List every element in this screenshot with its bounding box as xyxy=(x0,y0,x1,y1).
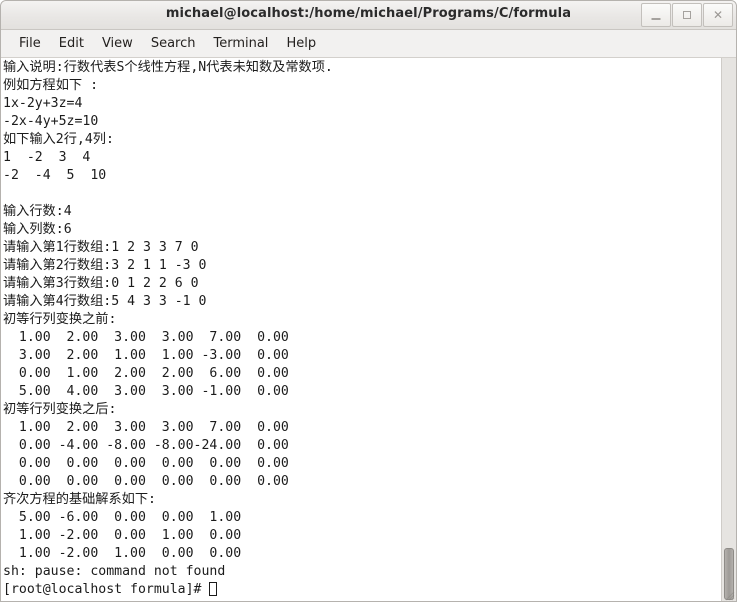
minimize-button[interactable] xyxy=(641,3,671,27)
terminal-line: 1x-2y+3z=4 xyxy=(3,96,83,111)
terminal-line: 输入说明:行数代表S个线性方程,N代表未知数及常数项. xyxy=(3,60,333,75)
text-cursor xyxy=(209,582,218,596)
close-button[interactable]: ✕ xyxy=(703,3,733,27)
terminal-line: 1.00 -2.00 1.00 0.00 0.00 xyxy=(3,546,242,561)
terminal-line: -2x-4y+5z=10 xyxy=(3,114,99,129)
terminal-line: 齐次方程的基础解系如下: xyxy=(3,492,157,507)
window-titlebar[interactable]: michael@localhost:/home/michael/Programs… xyxy=(1,1,736,30)
terminal-text: 输入说明:行数代表S个线性方程,N代表未知数及常数项. 例如方程如下 : 1x-2y… xyxy=(3,59,721,599)
close-icon: ✕ xyxy=(712,8,724,22)
menu-item-search[interactable]: Search xyxy=(142,33,205,54)
menu-item-terminal[interactable]: Terminal xyxy=(204,33,277,54)
maximize-button[interactable] xyxy=(672,3,702,27)
terminal-line: 1.00 2.00 3.00 3.00 7.00 0.00 xyxy=(3,330,289,345)
terminal-line: 初等行列变换之前: xyxy=(3,312,117,327)
maximize-icon xyxy=(683,11,691,19)
window-controls: ✕ xyxy=(640,3,733,27)
menu-item-edit[interactable]: Edit xyxy=(50,33,93,54)
terminal-window: michael@localhost:/home/michael/Programs… xyxy=(0,0,737,602)
terminal-output[interactable]: 输入说明:行数代表S个线性方程,N代表未知数及常数项. 例如方程如下 : 1x-2y… xyxy=(1,58,721,601)
terminal-scrollbar[interactable] xyxy=(721,58,736,601)
terminal-line: 5.00 -6.00 0.00 0.00 1.00 xyxy=(3,510,242,525)
terminal-line: -2 -4 5 10 xyxy=(3,168,107,183)
terminal-line: 5.00 4.00 3.00 3.00 -1.00 0.00 xyxy=(3,384,289,399)
terminal-area: 输入说明:行数代表S个线性方程,N代表未知数及常数项. 例如方程如下 : 1x-2y… xyxy=(1,58,736,601)
resize-grip-icon[interactable] xyxy=(725,591,735,601)
terminal-line: 请输入第4行数组:5 4 3 3 -1 0 xyxy=(3,294,207,309)
shell-prompt: [root@localhost formula]# xyxy=(3,582,210,597)
terminal-line: 3.00 2.00 1.00 1.00 -3.00 0.00 xyxy=(3,348,289,363)
terminal-line: 1 -2 3 4 xyxy=(3,150,91,165)
menu-item-file[interactable]: File xyxy=(10,33,50,54)
terminal-line: 1.00 2.00 3.00 3.00 7.00 0.00 xyxy=(3,420,289,435)
terminal-line: 输入列数:6 xyxy=(3,222,72,237)
terminal-line: 0.00 1.00 2.00 2.00 6.00 0.00 xyxy=(3,366,289,381)
terminal-line: 输入行数:4 xyxy=(3,204,72,219)
menu-item-help[interactable]: Help xyxy=(277,33,325,54)
terminal-line: 请输入第3行数组:0 1 2 2 6 0 xyxy=(3,276,199,291)
terminal-line: 1.00 -2.00 0.00 1.00 0.00 xyxy=(3,528,242,543)
menu-item-view[interactable]: View xyxy=(93,33,142,54)
terminal-line: 0.00 0.00 0.00 0.00 0.00 0.00 xyxy=(3,456,289,471)
minimize-icon xyxy=(651,17,661,20)
terminal-line: sh: pause: command not found xyxy=(3,564,226,579)
terminal-line: 如下输入2行,4列: xyxy=(3,132,114,147)
menubar: File Edit View Search Terminal Help xyxy=(1,30,736,58)
terminal-line: 0.00 -4.00 -8.00 -8.00-24.00 0.00 xyxy=(3,438,289,453)
terminal-line: 请输入第1行数组:1 2 3 3 7 0 xyxy=(3,240,199,255)
terminal-line: 初等行列变换之后: xyxy=(3,402,117,417)
window-title: michael@localhost:/home/michael/Programs… xyxy=(165,6,572,21)
terminal-line: 例如方程如下 : xyxy=(3,78,99,93)
terminal-line: 请输入第2行数组:3 2 1 1 -3 0 xyxy=(3,258,207,273)
terminal-line: 0.00 0.00 0.00 0.00 0.00 0.00 xyxy=(3,474,289,489)
terminal-prompt-line: [root@localhost formula]# xyxy=(3,581,721,599)
